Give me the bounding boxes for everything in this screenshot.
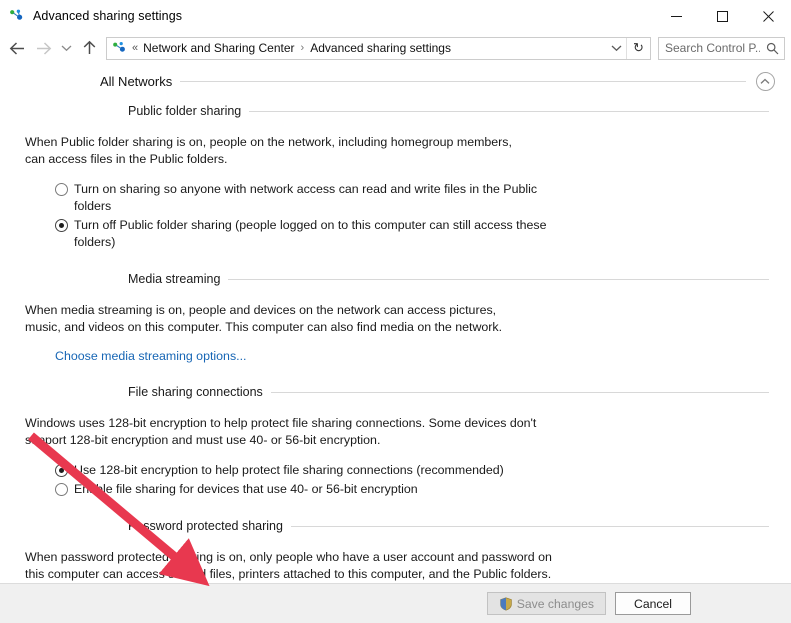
section-body-media-streaming: When media streaming is on, people and d… [25,289,791,365]
section-header-media-streaming: Media streaming [128,269,769,289]
section-body-password-protected-sharing: When password protected sharing is on, o… [25,536,791,583]
section-title: File sharing connections [128,385,263,399]
section-rule [270,391,769,393]
save-changes-button[interactable]: Save changes [486,592,606,615]
section-rule [228,278,769,280]
section-title: Public folder sharing [128,104,242,118]
breadcrumb-item-advanced-sharing-settings[interactable]: Advanced sharing settings [310,41,453,55]
radio-label: Turn on sharing so anyone with network a… [74,182,538,213]
radio-label: Enable file sharing for devices that use… [74,482,418,496]
radio-indicator [55,483,68,496]
cancel-button[interactable]: Cancel [615,592,691,615]
chevron-up-icon [755,71,775,91]
radio-indicator [55,464,68,477]
group-rule [180,80,746,82]
refresh-icon[interactable]: ↻ [626,37,650,59]
section-title: Media streaming [128,272,221,286]
section-body-file-sharing-connections: Windows uses 128-bit encryption to help … [25,402,791,499]
settings-content: All Networks Public folder sharing When … [0,64,791,583]
radio-group-public-folder-sharing: Turn on sharing so anyone with network a… [55,168,791,252]
media-streaming-link-row: Choose media streaming options... [55,336,791,365]
minimize-button[interactable] [653,0,699,32]
radio-label: Use 128-bit encryption to help protect f… [74,463,504,477]
forward-button[interactable] [30,35,56,61]
section-title: Password protected sharing [128,519,283,533]
advanced-sharing-settings-window: Advanced sharing settings « Network and … [0,0,791,623]
radio-turn-on-public-folder-sharing[interactable]: Turn on sharing so anyone with network a… [55,180,791,216]
breadcrumb-network-icon [112,40,128,56]
radio-use-128-bit-encryption[interactable]: Use 128-bit encryption to help protect f… [55,461,791,480]
section-header-password-protected-sharing: Password protected sharing [128,516,769,536]
radio-group-file-sharing-connections: Use 128-bit encryption to help protect f… [55,449,791,499]
collapse-all-networks-button[interactable] [754,70,776,92]
up-button[interactable] [76,35,102,61]
section-rule [290,525,769,527]
search-placeholder-text: Search Control P... [665,41,760,55]
search-icon[interactable] [760,38,784,59]
section-description: Windows uses 128-bit encryption to help … [25,416,537,447]
search-input[interactable]: Search Control P... [658,36,785,60]
breadcrumb-overflow-icon[interactable]: « [132,42,138,54]
dialog-footer: Save changes Cancel [0,583,791,623]
section-description: When password protected sharing is on, o… [25,550,552,581]
address-bar: « Network and Sharing Center › Advanced … [0,32,791,64]
cancel-label: Cancel [634,596,672,611]
radio-turn-off-public-folder-sharing[interactable]: Turn off Public folder sharing (people l… [55,216,791,252]
radio-label: Turn off Public folder sharing (people l… [74,218,547,249]
title-bar: Advanced sharing settings [0,0,791,32]
breadcrumb[interactable]: « Network and Sharing Center › Advanced … [106,36,651,60]
section-description: When Public folder sharing is on, people… [25,135,512,166]
window-title: Advanced sharing settings [33,9,183,23]
radio-indicator [55,219,68,232]
recent-locations-chevron-down-icon[interactable] [56,35,76,61]
uac-shield-icon [499,596,513,611]
breadcrumb-dropdown-chevron-down-icon[interactable] [606,38,626,59]
section-body-public-folder-sharing: When Public folder sharing is on, people… [25,121,791,252]
group-all-networks: All Networks [100,71,776,91]
window-controls [653,0,791,32]
maximize-button[interactable] [699,0,745,32]
network-sharing-icon [9,8,25,24]
radio-enable-40-or-56-bit-encryption[interactable]: Enable file sharing for devices that use… [55,480,791,499]
section-header-file-sharing-connections: File sharing connections [128,382,769,402]
breadcrumb-item-network-sharing-center[interactable]: Network and Sharing Center [143,41,296,55]
group-all-networks-label: All Networks [100,73,173,89]
back-button[interactable] [4,35,30,61]
section-rule [249,110,769,112]
choose-media-streaming-options-link[interactable]: Choose media streaming options... [55,349,246,363]
save-changes-label: Save changes [516,596,594,611]
section-description: When media streaming is on, people and d… [25,303,503,334]
close-button[interactable] [745,0,791,32]
radio-indicator [55,183,68,196]
section-header-public-folder-sharing: Public folder sharing [128,101,769,121]
breadcrumb-separator-icon: › [300,42,305,54]
